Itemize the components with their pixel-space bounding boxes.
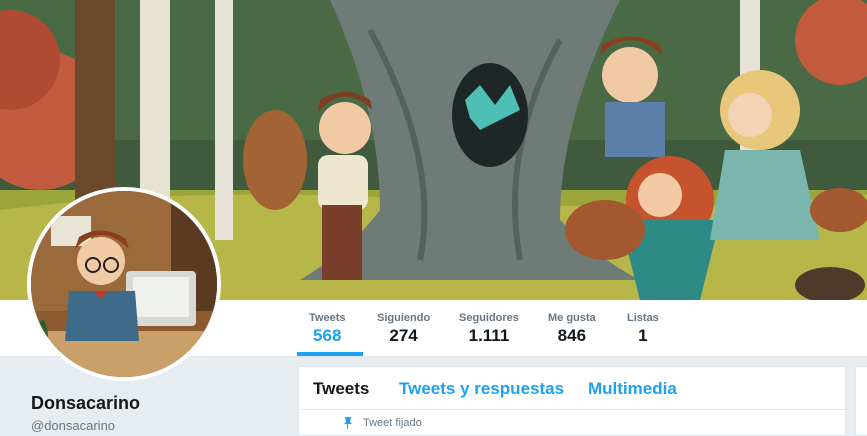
tab-tweets[interactable]: Tweets [313,379,369,399]
stat-label: Tweets [309,312,346,324]
stat-followers[interactable]: Seguidores 1.111 [459,312,519,346]
profile-name[interactable]: Donsacarino [31,393,140,414]
active-stat-underline [297,352,363,356]
stat-value: 568 [313,326,342,345]
stat-label: Seguidores [459,312,519,324]
pinned-tweet-label: Tweet fijado [363,417,422,429]
stat-value: 1.111 [468,326,510,345]
tab-tweets-and-replies[interactable]: Tweets y respuestas [399,379,564,399]
stat-label: Siguiendo [377,312,431,324]
timeline-tabs-card: Tweets Tweets y respuestas Multimedia Tw… [298,366,847,436]
stat-value: 274 [389,326,418,345]
stat-likes[interactable]: Me gusta 846 [548,312,596,346]
stat-label: Listas [627,312,659,324]
tabs-divider [299,409,847,410]
pin-icon [344,417,352,429]
tab-media[interactable]: Multimedia [588,379,677,399]
profile-handle[interactable]: @donsacarino [31,418,115,433]
stat-lists[interactable]: Listas 1 [627,312,659,346]
avatar-illustration [31,191,217,377]
stat-value: 1 [638,326,648,345]
stat-tweets[interactable]: Tweets 568 [309,312,345,346]
stat-following[interactable]: Siguiendo 274 [377,312,430,346]
right-sidebar-card [855,366,867,436]
stat-label: Me gusta [548,312,596,324]
profile-avatar[interactable] [27,187,221,381]
stat-value: 846 [557,326,587,345]
